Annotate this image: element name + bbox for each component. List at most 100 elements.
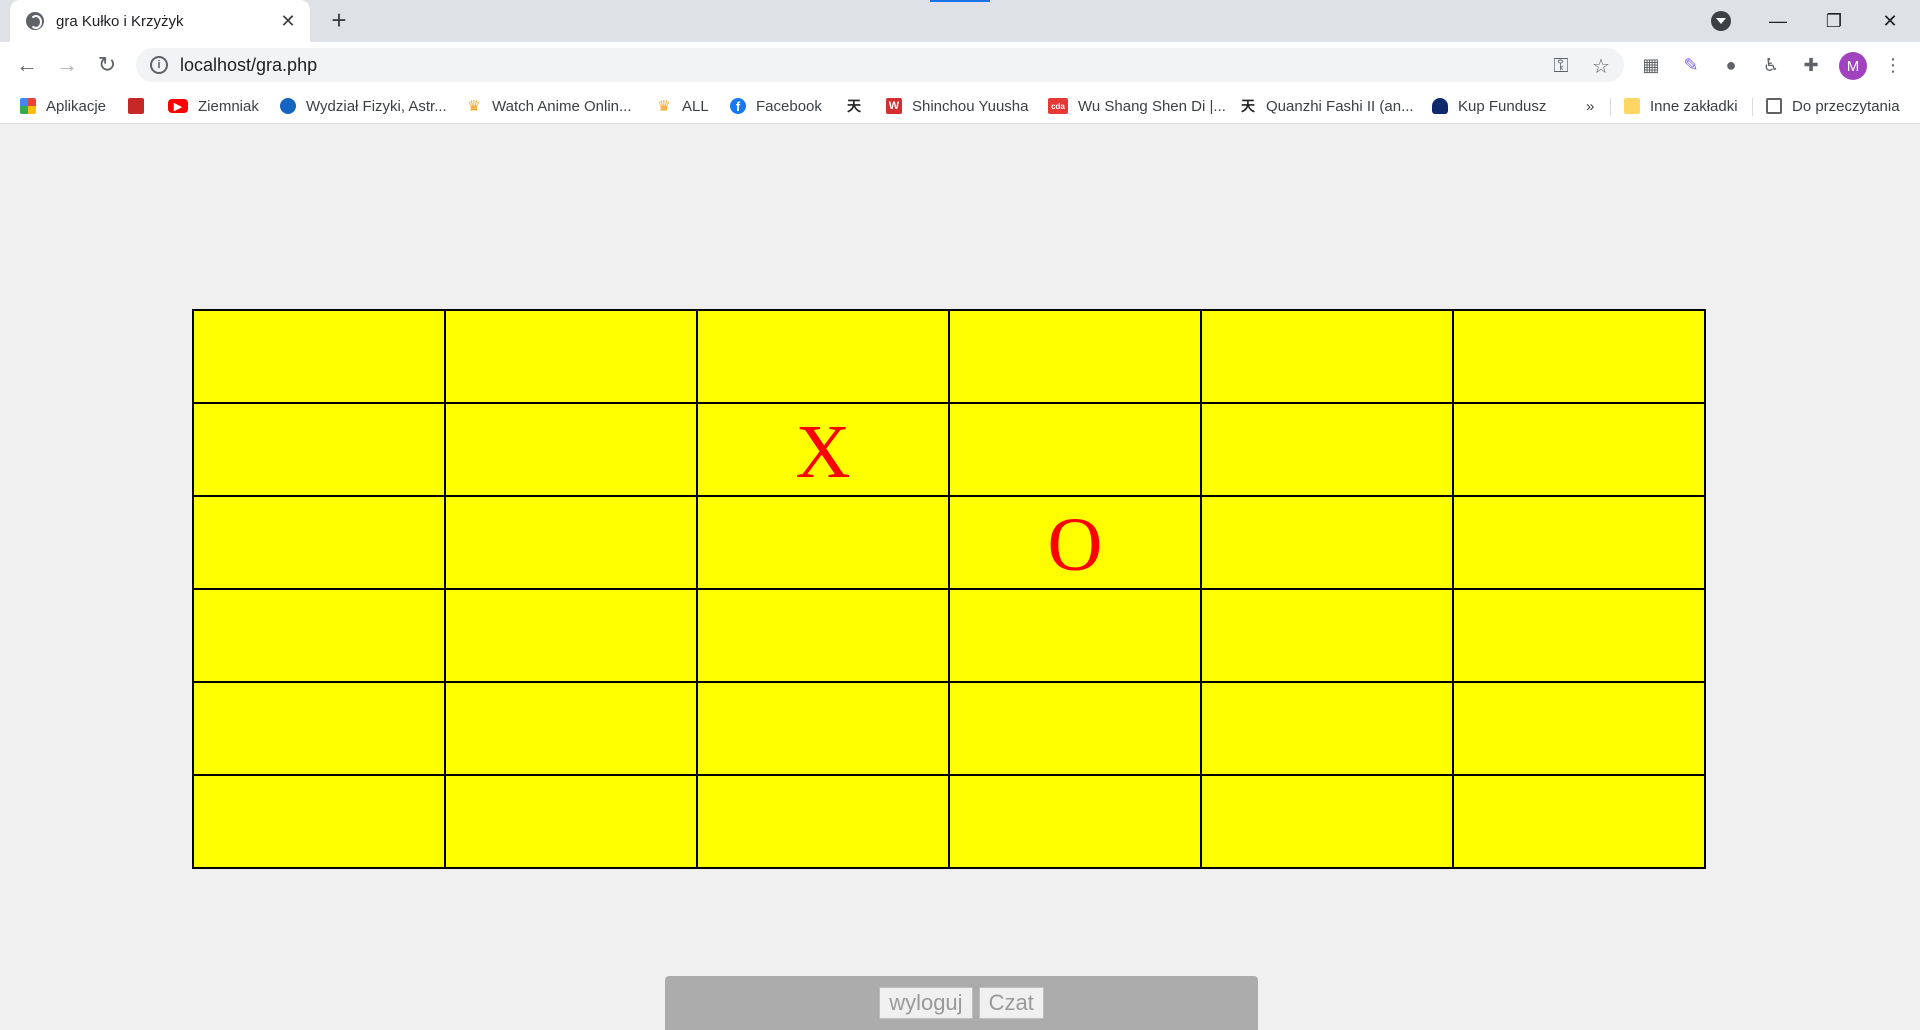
bookmark-label: Facebook: [756, 97, 822, 115]
bookmark-ziemniak[interactable]: ▶ Ziemniak: [168, 94, 259, 118]
board-cell[interactable]: [948, 681, 1202, 776]
board-cell[interactable]: [1200, 495, 1454, 590]
bookmark-kup-fundusz[interactable]: Kup Fundusz: [1432, 94, 1546, 118]
board-row: X: [192, 402, 1706, 497]
board-cell[interactable]: [444, 309, 698, 404]
bookmark-wu-shang[interactable]: cda Wu Shang Shen Di |...: [1048, 94, 1226, 118]
apps-grid-icon: [20, 98, 36, 114]
extension-puzzle-grid-icon[interactable]: ▦: [1640, 54, 1662, 76]
board-cell[interactable]: [1452, 774, 1706, 869]
tab-strip: gra Kułko i Krzyżyk ✕ + — ❐ ✕: [0, 0, 1920, 42]
bookmarks-bar: Aplikacje ▶ Ziemniak Wydział Fizyki, Ast…: [0, 88, 1920, 124]
board-cell[interactable]: [1200, 309, 1454, 404]
divider: [1752, 98, 1753, 116]
divider: [1610, 98, 1611, 116]
address-bar[interactable]: i localhost/gra.php ⚿ ☆: [136, 48, 1624, 82]
reading-list-button[interactable]: Do przeczytania: [1766, 94, 1900, 118]
bookmark-kanji[interactable]: 天: [846, 94, 872, 118]
board-cell[interactable]: [696, 309, 950, 404]
university-icon: [280, 98, 296, 114]
board-cell[interactable]: [444, 774, 698, 869]
browser-tab[interactable]: gra Kułko i Krzyżyk ✕: [10, 0, 310, 42]
youtube-icon: ▶: [168, 99, 188, 113]
w-icon: W: [886, 98, 902, 114]
bookmark-all[interactable]: ♛ ALL: [656, 94, 708, 118]
bookmark-facebook[interactable]: f Facebook: [730, 94, 822, 118]
board-cell[interactable]: [192, 681, 446, 776]
crown-icon: ♛: [467, 98, 481, 115]
tab-search-icon[interactable]: [1711, 11, 1731, 31]
board-cell[interactable]: X: [696, 402, 950, 497]
board-cell[interactable]: [1452, 681, 1706, 776]
board-cell[interactable]: [948, 402, 1202, 497]
extensions-icon[interactable]: ✚: [1800, 54, 1822, 76]
board-cell[interactable]: [948, 588, 1202, 683]
minimize-button[interactable]: —: [1750, 0, 1806, 42]
restore-button[interactable]: ❐: [1806, 0, 1862, 42]
circles-extension-icon[interactable]: ●: [1720, 54, 1742, 76]
board-cell[interactable]: [192, 402, 446, 497]
board-cell[interactable]: [696, 681, 950, 776]
url-text[interactable]: localhost/gra.php: [180, 55, 317, 76]
site-info-icon[interactable]: i: [150, 56, 168, 74]
accessibility-icon[interactable]: ♿: [1760, 54, 1782, 76]
key-icon[interactable]: ⚿: [1550, 55, 1572, 77]
bookmark-label: Aplikacje: [46, 97, 107, 115]
board-cell[interactable]: [1452, 309, 1706, 404]
bookmark-label: Ziemniak: [198, 97, 259, 115]
board-cell[interactable]: [1452, 588, 1706, 683]
board-cell[interactable]: [444, 588, 698, 683]
board-cell[interactable]: [696, 588, 950, 683]
board-cell[interactable]: [1200, 588, 1454, 683]
board-cell[interactable]: [444, 681, 698, 776]
browser-toolbar: ← → ↻ i localhost/gra.php ⚿ ☆ ▦ ✎ ● ♿ ✚ …: [0, 42, 1920, 88]
board-row: [192, 309, 1706, 404]
board-cell[interactable]: [444, 402, 698, 497]
bookmark-star-icon[interactable]: ☆: [1590, 55, 1612, 78]
board-row: [192, 681, 1706, 776]
crown-icon: ♛: [657, 98, 671, 115]
board-cell[interactable]: [192, 495, 446, 590]
board-cell[interactable]: [192, 774, 446, 869]
board-cell[interactable]: [1200, 681, 1454, 776]
bookmark-other-folder[interactable]: Inne zakładki: [1624, 94, 1738, 118]
kanji-icon: 天: [1241, 98, 1255, 114]
board-cell[interactable]: [444, 495, 698, 590]
bookmark-label: Do przeczytania: [1792, 97, 1900, 115]
bookmark-watch-anime[interactable]: ♛ Watch Anime Onlin...: [466, 94, 631, 118]
board-cell[interactable]: [1200, 774, 1454, 869]
menu-kebab-icon[interactable]: ⋮: [1882, 54, 1904, 76]
bookmark-shinchou[interactable]: W Shinchou Yuusha: [886, 94, 1029, 118]
board-cell[interactable]: [948, 309, 1202, 404]
tab-close-icon[interactable]: ✕: [278, 11, 298, 32]
back-arrow-icon[interactable]: ←: [12, 50, 42, 80]
close-window-button[interactable]: ✕: [1862, 0, 1918, 42]
pen-extension-icon[interactable]: ✎: [1680, 54, 1702, 76]
folder-icon: [1624, 98, 1640, 114]
new-tab-button[interactable]: +: [326, 7, 352, 34]
board-cell[interactable]: [192, 588, 446, 683]
chat-button[interactable]: Czat: [978, 987, 1044, 1019]
bookmarks-overflow-button[interactable]: »: [1586, 94, 1594, 118]
bookmark-apps[interactable]: Aplikacje: [20, 94, 106, 118]
board-cell[interactable]: [1452, 495, 1706, 590]
board-cell[interactable]: [696, 774, 950, 869]
profile-avatar[interactable]: M: [1839, 52, 1867, 80]
kanji-icon: 天: [847, 98, 861, 114]
board-cell[interactable]: [696, 495, 950, 590]
pko-icon: [1432, 98, 1448, 114]
bookmark-quanzhi[interactable]: 天 Quanzhi Fashi II (an...: [1240, 94, 1414, 118]
reload-icon[interactable]: ↻: [92, 50, 122, 80]
bookmark-game[interactable]: [128, 94, 154, 118]
forward-arrow-icon[interactable]: →: [52, 50, 82, 80]
bookmark-label: Wydział Fizyki, Astr...: [306, 97, 447, 115]
globe-icon: [26, 12, 44, 30]
board-cell[interactable]: O: [948, 495, 1202, 590]
bookmark-wydzial[interactable]: Wydział Fizyki, Astr...: [280, 94, 447, 118]
board-row: [192, 588, 1706, 683]
board-cell[interactable]: [1200, 402, 1454, 497]
board-cell[interactable]: [1452, 402, 1706, 497]
board-cell[interactable]: [192, 309, 446, 404]
logout-button[interactable]: wyloguj: [879, 987, 973, 1019]
board-cell[interactable]: [948, 774, 1202, 869]
